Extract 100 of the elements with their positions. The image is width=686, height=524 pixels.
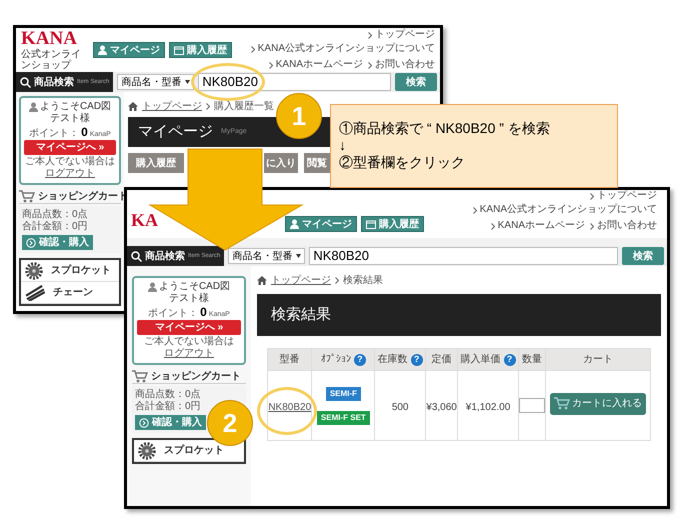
cart-total: 合計金額：0円 <box>135 401 201 413</box>
user-name: テスト様 <box>50 113 90 125</box>
chevron-icon <box>206 102 210 110</box>
mypage-menu-button[interactable]: に入り <box>264 153 298 173</box>
help-icon[interactable]: ? <box>410 354 423 366</box>
header-link[interactable]: KANAホームページ <box>498 220 585 232</box>
page-title: 検索結果 <box>271 304 331 325</box>
welcome-text: ようこそCAD図 <box>158 281 230 292</box>
checkout-button[interactable]: 確認・購入 <box>135 415 206 430</box>
breadcrumb-link[interactable]: トップページ <box>142 98 202 114</box>
option-button[interactable]: SEMI-F <box>326 386 361 400</box>
logout-note: ご本人でない場合は ログアウト <box>143 336 235 360</box>
chevron-icon <box>335 276 339 284</box>
logout-link[interactable]: ログアウト <box>164 348 214 359</box>
highlight-ellipse <box>257 387 317 435</box>
add-to-cart-button[interactable]: カートに入れる <box>550 392 646 415</box>
calendar-icon <box>174 46 184 54</box>
breadcrumb-current: 検索結果 <box>343 274 383 288</box>
chevron-icon <box>490 222 495 230</box>
home-icon <box>257 276 267 284</box>
caret-icon <box>296 254 302 258</box>
category-select[interactable]: 商品名・型番 <box>117 74 194 90</box>
points-label: ポイント： <box>148 308 198 320</box>
category-select[interactable]: 商品名・型番 <box>228 248 306 264</box>
cart-title: ショッピングカート <box>151 370 241 383</box>
mypage-button[interactable]: マイページへ » <box>24 140 116 155</box>
search-icon <box>20 76 31 88</box>
logo-subtitle: 公式オンラインショップ <box>21 49 82 71</box>
header-button[interactable]: マイページ <box>93 42 165 58</box>
header-link[interactable]: KANA公式オンラインショップについて <box>480 204 657 216</box>
chain-icon <box>25 284 45 300</box>
header-button[interactable]: 購入履歴 <box>361 216 424 232</box>
chevron-icon <box>368 62 372 68</box>
search-field[interactable]: NK80B20 <box>198 73 391 91</box>
page-title: マイページ <box>138 122 213 142</box>
column-header: 在庫数 <box>378 352 408 367</box>
cart-count: 商品点数：0点 <box>135 389 201 400</box>
chevron-icon <box>268 62 273 68</box>
column-header: 定価 <box>432 352 452 367</box>
help-icon[interactable]: ? <box>354 354 366 366</box>
list-price-cell: ¥3,060 <box>426 402 457 412</box>
chevron-icon <box>472 206 477 214</box>
welcome-text: ようこそCAD図 <box>40 101 112 112</box>
sprocket-icon <box>25 262 43 280</box>
points-value: 0 <box>200 306 207 319</box>
search-button[interactable]: 検索 <box>622 247 664 265</box>
header-link[interactable]: お問い合わせ <box>597 220 657 232</box>
header-link[interactable]: KANAホームページ <box>276 59 363 71</box>
cart-icon <box>19 190 35 203</box>
help-icon[interactable]: ? <box>504 354 516 366</box>
home-icon <box>128 102 138 110</box>
breadcrumb-link[interactable]: トップページ <box>271 272 331 288</box>
mypage-menu-button[interactable]: 購入履歴 <box>128 153 184 173</box>
column-header: ｵﾌﾟｼｮﾝ <box>320 352 351 367</box>
search-label: 商品検索 <box>34 75 74 90</box>
header-link[interactable]: KANA公式オンラインショップについて <box>258 43 435 55</box>
cart-total: 合計金額：0円 <box>22 221 88 233</box>
callout-text: ↓ <box>339 137 347 154</box>
user-name: テスト様 <box>169 293 209 305</box>
callout-text: ②型番欄をクリック <box>339 154 466 171</box>
calendar-icon <box>366 220 376 228</box>
cart-icon <box>132 370 148 383</box>
chevron-icon <box>590 192 594 200</box>
model-number-link[interactable]: NK80B20 <box>268 402 312 412</box>
checkout-button[interactable]: 確認・購入 <box>22 235 93 250</box>
header-link[interactable]: トップページ <box>375 29 435 41</box>
search-button[interactable]: 検索 <box>395 73 437 91</box>
chevron-icon <box>368 32 372 38</box>
unit-price-cell: ¥1,102.00 <box>466 402 510 412</box>
logout-link[interactable]: ログアウト <box>45 168 95 179</box>
search-label: 商品検索 <box>145 249 185 264</box>
search-field[interactable]: NK80B20 <box>309 247 618 265</box>
logout-note: ご本人でない場合は ログアウト <box>24 156 116 180</box>
points-label: ポイント： <box>29 128 80 140</box>
column-header: 型番 <box>280 352 300 367</box>
chevron-icon <box>590 222 594 230</box>
logo: KANA <box>21 29 78 49</box>
user-icon <box>98 45 107 55</box>
column-header: 数量 <box>522 353 542 367</box>
points-value: 0 <box>81 126 88 139</box>
callout-text: ①商品検索で “ NK80B20 ” を検索 <box>339 120 551 137</box>
mypage-menu-button[interactable]: 閲覧 <box>304 153 330 173</box>
column-header: 購入単価 <box>460 352 501 367</box>
user-icon <box>148 282 157 292</box>
user-icon <box>290 219 299 229</box>
category-item[interactable]: チェーン <box>21 282 119 304</box>
category-item[interactable]: スプロケット <box>21 260 119 282</box>
column-header: カート <box>583 353 614 367</box>
breadcrumb-current: 購入履歴一覧 <box>214 100 274 114</box>
chevron-icon <box>250 46 255 52</box>
mypage-button[interactable]: マイページへ » <box>137 320 241 335</box>
logo: KA <box>131 210 158 230</box>
header-button[interactable]: 購入履歴 <box>169 42 232 58</box>
cart-icon <box>554 397 570 410</box>
stock-cell: 500 <box>392 402 408 412</box>
quantity-field[interactable] <box>519 398 546 413</box>
caret-icon <box>185 80 190 84</box>
header-link[interactable]: お問い合わせ <box>375 59 435 71</box>
header-button[interactable]: マイページ <box>285 216 357 232</box>
search-icon <box>131 250 142 262</box>
